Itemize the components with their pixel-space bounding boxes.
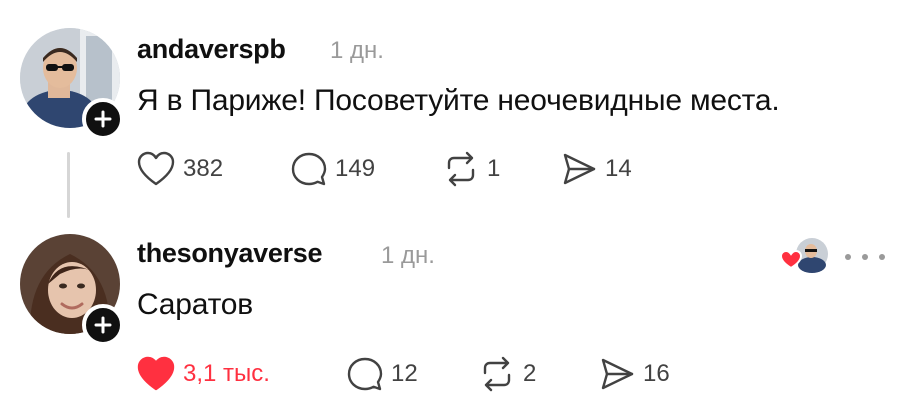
repost-count: 2 [523, 360, 537, 387]
more-dots-icon [845, 254, 851, 260]
like-button[interactable]: 382 [137, 151, 291, 187]
post-text: Саратов [137, 288, 254, 321]
send-icon [601, 358, 634, 390]
heart-icon [137, 151, 175, 186]
post-time: 1 дн. [381, 242, 435, 269]
more-options-button[interactable] [845, 242, 885, 272]
repost-button[interactable]: 1 [443, 151, 561, 187]
share-count: 14 [605, 155, 632, 182]
like-count: 382 [183, 155, 224, 182]
post-actions: 382 149 1 14 [137, 147, 632, 191]
repost-icon [483, 356, 511, 392]
repost-icon [447, 151, 475, 187]
like-count: 3,1 тыс. [183, 360, 270, 387]
post-andaverspb: andaverspb 1 дн. Я в Париже! Посоветуйте… [0, 0, 913, 220]
follow-button[interactable] [82, 98, 124, 140]
username[interactable]: andaverspb [137, 34, 286, 65]
comment-count: 149 [335, 155, 376, 182]
author-avatar-heart-icon [779, 238, 828, 273]
post-time: 1 дн. [330, 37, 384, 64]
plus-icon [94, 110, 112, 128]
share-button[interactable]: 16 [599, 357, 670, 391]
repost-count: 1 [487, 155, 501, 182]
plus-icon [94, 316, 112, 334]
like-button[interactable]: 3,1 тыс. [137, 356, 347, 392]
comment-count: 12 [391, 360, 418, 387]
username[interactable]: thesonyaverse [137, 238, 323, 269]
post-actions: 3,1 тыс. 12 2 16 [137, 352, 670, 396]
share-button[interactable]: 14 [561, 152, 632, 186]
follow-button[interactable] [82, 304, 124, 346]
comment-bubble-icon [291, 152, 327, 186]
send-icon [563, 153, 596, 185]
thread-line [67, 152, 70, 218]
repost-button[interactable]: 2 [479, 356, 599, 392]
liked-by-author-indicator[interactable] [778, 232, 832, 276]
post-thesonyaverse: thesonyaverse 1 дн. Саратов 3,1 тыс. 12 [0, 222, 913, 420]
heart-icon-filled [137, 356, 175, 391]
post-text: Я в Париже! Посоветуйте неочевидные мест… [137, 84, 780, 117]
share-count: 16 [643, 360, 670, 387]
comment-button[interactable]: 12 [347, 356, 479, 392]
comment-button[interactable]: 149 [291, 151, 443, 187]
comment-bubble-icon [347, 357, 383, 391]
